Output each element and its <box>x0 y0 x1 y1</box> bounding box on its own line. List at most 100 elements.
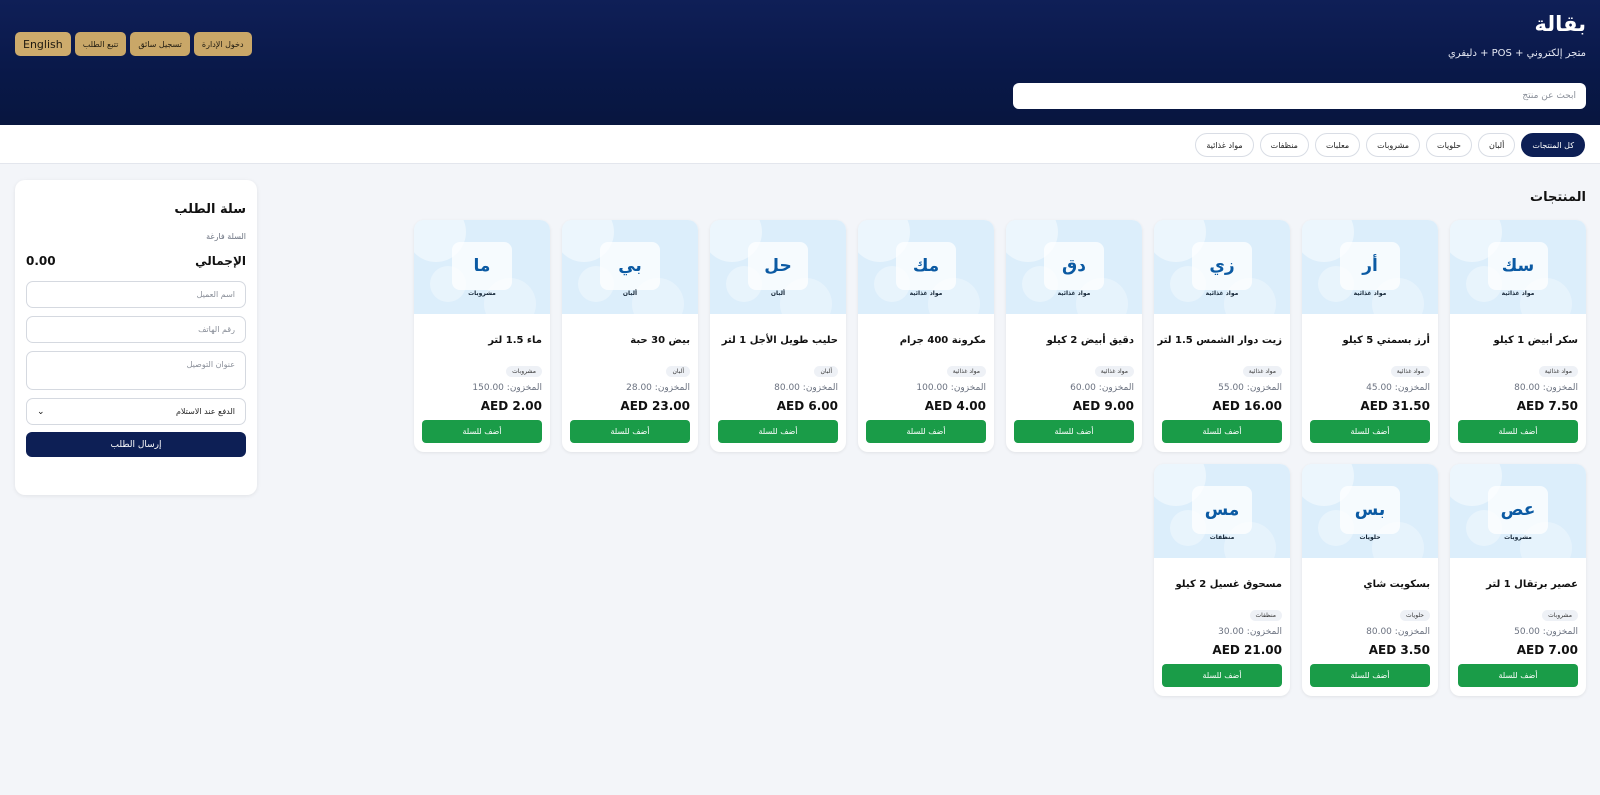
product-category-caption: ألبان <box>622 290 638 297</box>
product-price: AED 31.50 <box>1360 399 1430 413</box>
category-badge: مواد غذائية <box>1094 366 1134 377</box>
submit-order-button[interactable]: إرسال الطلب <box>26 432 246 457</box>
product-price: AED 7.50 <box>1516 399 1578 413</box>
stock-info: المخزون: 80.00 <box>774 383 838 393</box>
product-price: AED 23.00 <box>620 399 690 413</box>
cart-empty-text: السلة فارغة <box>206 232 246 241</box>
product-name: مكرونة 400 جرام <box>899 335 986 346</box>
category-chip[interactable]: مشروبات <box>1366 133 1421 157</box>
payment-method-select[interactable]: الدفع عند الاستلام ⌄ <box>26 398 246 425</box>
add-to-cart-button[interactable]: أضف للسلة <box>1458 664 1578 687</box>
product-category-caption: مواد غذائية <box>1057 290 1091 297</box>
add-to-cart-button[interactable]: أضف للسلة <box>1162 420 1282 443</box>
product-price: AED 9.00 <box>1072 399 1134 413</box>
product-card: ما مشروبات ماء 1.5 لتر مشروبات المخزون: 150.… <box>414 220 550 452</box>
stock-label: المخزون: <box>654 383 690 393</box>
category-chip[interactable]: ألبان <box>1477 133 1516 157</box>
add-to-cart-button[interactable]: أضف للسلة <box>570 420 690 443</box>
product-initials: زي <box>1192 242 1252 290</box>
stock-info: المخزون: 150.00 <box>472 383 542 393</box>
product-initials: سك <box>1488 242 1548 290</box>
stock-label: المخزون: <box>950 383 986 393</box>
stock-value: 100.00 <box>916 383 948 393</box>
category-chip[interactable]: منظفات <box>1259 133 1309 157</box>
product-name: بيض 30 حبة <box>630 335 690 346</box>
product-card: زي مواد غذائية زيت دوار الشمس 1.5 لتر مواد … <box>1154 220 1290 452</box>
product-name: أرز بسمتي 5 كيلو <box>1342 335 1430 346</box>
product-name: مسحوق غسيل 2 كيلو <box>1175 579 1282 590</box>
product-price: AED 4.00 <box>924 399 986 413</box>
product-card: دق مواد غذائية دقيق أبيض 2 كيلو مواد غذائية… <box>1006 220 1142 452</box>
product-price: AED 7.00 <box>1516 643 1578 657</box>
product-card: أر مواد غذائية أرز بسمتي 5 كيلو مواد غذائية… <box>1302 220 1438 452</box>
add-to-cart-button[interactable]: أضف للسلة <box>1310 420 1430 443</box>
admin-login-button[interactable]: دخول الإدارة <box>193 32 252 56</box>
category-chip[interactable]: معلبات <box>1314 133 1361 157</box>
product-image-area: مك مواد غذائية <box>858 220 994 314</box>
category-badge: مواد غذائية <box>1538 366 1578 377</box>
stock-label: المخزون: <box>1542 627 1578 637</box>
stock-info: المخزون: 80.00 <box>1366 627 1430 637</box>
phone-field[interactable] <box>26 316 246 343</box>
category-chip[interactable]: حلويات <box>1426 133 1472 157</box>
driver-register-button[interactable]: تسجيل سائق <box>130 32 190 56</box>
category-badge: منظفات <box>1249 610 1282 621</box>
stock-label: المخزون: <box>506 383 542 393</box>
category-badge: مواد غذائية <box>1242 366 1282 377</box>
search-input[interactable] <box>1013 83 1586 109</box>
stock-value: 150.00 <box>472 383 504 393</box>
product-card: مك مواد غذائية مكرونة 400 جرام مواد غذائية ا… <box>858 220 994 452</box>
category-badge: مواد غذائية <box>946 366 986 377</box>
stock-label: المخزون: <box>802 383 838 393</box>
total-label: الإجمالي <box>195 254 246 268</box>
product-initials: مك <box>896 242 956 290</box>
product-price: AED 16.00 <box>1212 399 1282 413</box>
product-name: زيت دوار الشمس 1.5 لتر <box>1157 335 1282 346</box>
stock-value: 50.00 <box>1514 627 1540 637</box>
stock-value: 30.00 <box>1218 627 1244 637</box>
add-to-cart-button[interactable]: أضف للسلة <box>1014 420 1134 443</box>
customer-name-field[interactable] <box>26 281 246 308</box>
category-badge: حلويات <box>1400 610 1430 621</box>
product-image-area: بي ألبان <box>562 220 698 314</box>
category-badge: مواد غذائية <box>1390 366 1430 377</box>
top-header: بقالة متجر إلكتروني + POS + دليفري Engli… <box>0 0 1600 125</box>
english-button[interactable]: English <box>15 32 71 56</box>
address-field[interactable] <box>26 351 246 390</box>
product-card: سك مواد غذائية سكر أبيض 1 كيلو مواد غذائية ا… <box>1450 220 1586 452</box>
track-order-button[interactable]: تتبع الطلب <box>74 32 127 56</box>
category-chip[interactable]: كل المنتجات <box>1521 133 1585 157</box>
store-title: بقالة <box>1534 12 1586 36</box>
add-to-cart-button[interactable]: أضف للسلة <box>422 420 542 443</box>
category-bar: كل المنتجات ألبان حلويات مشروبات معلبات منظفا… <box>0 125 1600 164</box>
chevron-down-icon: ⌄ <box>37 406 45 417</box>
product-card: حل ألبان حليب طويل الأجل 1 لتر ألبان المخزون… <box>710 220 846 452</box>
stock-info: المخزون: 50.00 <box>1514 627 1578 637</box>
product-card: مس منظفات مسحوق غسيل 2 كيلو منظفات المخزون: … <box>1154 464 1290 696</box>
add-to-cart-button[interactable]: أضف للسلة <box>1310 664 1430 687</box>
stock-value: 80.00 <box>1366 627 1392 637</box>
product-category-caption: منظفات <box>1209 534 1235 541</box>
store-subtitle: متجر إلكتروني + POS + دليفري <box>1447 48 1586 59</box>
product-name: عصير برتقال 1 لتر <box>1486 579 1578 590</box>
product-image-area: حل ألبان <box>710 220 846 314</box>
stock-value: 55.00 <box>1218 383 1244 393</box>
product-category-caption: مواد غذائية <box>1353 290 1387 297</box>
product-category-caption: مواد غذائية <box>909 290 943 297</box>
add-to-cart-button[interactable]: أضف للسلة <box>866 420 986 443</box>
stock-value: 80.00 <box>774 383 800 393</box>
product-category-caption: مواد غذائية <box>1501 290 1535 297</box>
add-to-cart-button[interactable]: أضف للسلة <box>1162 664 1282 687</box>
cart-title: سلة الطلب <box>174 202 246 217</box>
add-to-cart-button[interactable]: أضف للسلة <box>718 420 838 443</box>
product-price: AED 6.00 <box>776 399 838 413</box>
product-image-area: زي مواد غذائية <box>1154 220 1290 314</box>
product-initials: حل <box>748 242 808 290</box>
stock-label: المخزون: <box>1246 383 1282 393</box>
stock-info: المخزون: 60.00 <box>1070 383 1134 393</box>
add-to-cart-button[interactable]: أضف للسلة <box>1458 420 1578 443</box>
stock-label: المخزون: <box>1246 627 1282 637</box>
stock-info: المخزون: 100.00 <box>916 383 986 393</box>
product-card: عص مشروبات عصير برتقال 1 لتر مشروبات المخزون… <box>1450 464 1586 696</box>
category-chip[interactable]: مواد غذائية <box>1195 133 1254 157</box>
